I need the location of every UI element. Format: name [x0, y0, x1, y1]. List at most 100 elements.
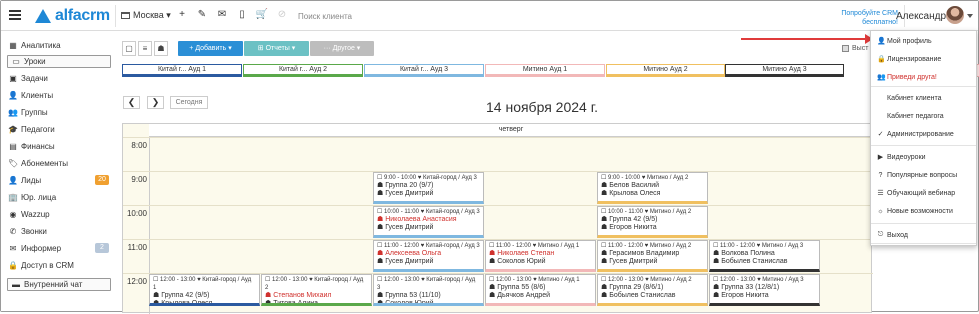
- lesson-card[interactable]: ☐ 11:00 - 12:00 ♥ Митино / Ауд 1 ☗ Никола…: [485, 240, 596, 272]
- lesson-group[interactable]: ☗ Группа 55 (8/6): [489, 284, 592, 292]
- room-tab[interactable]: Митино Ауд 2: [606, 64, 725, 77]
- logo[interactable]: alfacrm: [35, 7, 110, 25]
- sidebar-item[interactable]: 👤 Клиенты: [8, 89, 112, 102]
- menu-divider: [871, 145, 976, 146]
- menu-item[interactable]: ▶ Видеоуроки: [871, 150, 976, 164]
- lesson-group[interactable]: ☗ Группа 53 (11/10): [377, 292, 480, 300]
- lesson-card[interactable]: ☐ 11:00 - 12:00 ♥ Митино / Ауд 3 ☗ Волков…: [709, 240, 820, 272]
- city-selector[interactable]: Москва ▾: [121, 10, 171, 21]
- checkbox[interactable]: [842, 45, 849, 52]
- lesson-card[interactable]: ☐ 12:00 - 13:00 ♥ Митино / Ауд 1 ☗ Группа…: [485, 274, 596, 306]
- option-checkbox[interactable]: Выст: [842, 45, 868, 52]
- user-name[interactable]: Александра: [896, 11, 952, 22]
- lesson-group[interactable]: ☗ Герасимов Владимир: [601, 250, 704, 258]
- avatar[interactable]: [946, 6, 964, 24]
- sidebar-item[interactable]: ▦ Аналитика: [8, 39, 112, 52]
- sidebar-item[interactable]: 🏢 Юр. лица: [8, 191, 112, 204]
- wrench-icon[interactable]: ✎: [195, 9, 209, 20]
- menu-item[interactable]: 🔒 Лицензирование: [871, 52, 976, 66]
- lesson-group[interactable]: ☗ Степанов Михаил: [265, 292, 368, 300]
- lesson-teacher[interactable]: ☗ Гусев Дмитрий: [377, 190, 480, 198]
- menu-item[interactable]: ⎋ Выход: [871, 228, 976, 242]
- lesson-group[interactable]: ☗ Группа 20 (9/7): [377, 182, 480, 190]
- lesson-card[interactable]: ☐ 9:00 - 10:00 ♥ Митино / Ауд 2 ☗ Белов В…: [597, 172, 708, 204]
- menu-item[interactable]: Кабинет клиента: [871, 91, 976, 105]
- lesson-teacher[interactable]: ☗ Крылова Олеся: [153, 300, 256, 303]
- promo-link[interactable]: Попробуйте CRM бесплатно!: [821, 9, 898, 27]
- lesson-teacher[interactable]: ☗ Бобылев Станислав: [601, 292, 704, 300]
- view-teacher-button[interactable]: ☗: [154, 41, 168, 56]
- menu-item[interactable]: ☼ Новые возможности: [871, 204, 976, 218]
- lesson-teacher[interactable]: ☗ Егоров Никита: [601, 224, 704, 232]
- sidebar-item[interactable]: ▤ Финансы: [8, 140, 112, 153]
- lesson-card[interactable]: ☐ 10:00 - 11:00 ♥ Китай-город / Ауд 3 ☗ Н…: [373, 206, 484, 238]
- lesson-group[interactable]: ☗ Группа 42 (9/5): [153, 292, 256, 300]
- mail-icon[interactable]: ✉: [215, 9, 229, 20]
- add-button[interactable]: + Добавить ▾: [178, 41, 243, 56]
- lesson-card[interactable]: ☐ 12:00 - 13:00 ♥ Митино / Ауд 3 ☗ Группа…: [709, 274, 820, 306]
- sidebar-item[interactable]: 👥 Группы: [8, 106, 112, 119]
- add-icon[interactable]: +: [175, 9, 189, 20]
- cart-icon[interactable]: 🛒: [255, 9, 269, 20]
- lesson-group[interactable]: ☗ Алексеева Ольга: [377, 250, 480, 258]
- lesson-card[interactable]: ☐ 12:00 - 13:00 ♥ Китай-город / Ауд 1 ☗ Г…: [149, 274, 260, 306]
- view-day-button[interactable]: ▢: [122, 41, 136, 56]
- menu-item[interactable]: ✓ Администрирование: [871, 127, 976, 141]
- lesson-group[interactable]: ☗ Белов Василий: [601, 182, 704, 190]
- logo-text: alfacrm: [55, 7, 110, 24]
- sidebar-item[interactable]: ▭ Уроки: [7, 55, 111, 68]
- lesson-teacher[interactable]: ☗ Бобылев Станислав: [713, 258, 816, 266]
- lesson-group[interactable]: ☗ Волкова Полина: [713, 250, 816, 258]
- lesson-card[interactable]: ☐ 9:00 - 10:00 ♥ Китай-город / Ауд 3 ☗ Гр…: [373, 172, 484, 204]
- sidebar-item[interactable]: ▬ Внутренний чат: [7, 278, 111, 291]
- next-day-button[interactable]: ❯: [147, 96, 164, 109]
- room-tab[interactable]: Китай г... Ауд 1: [122, 64, 242, 77]
- lesson-group[interactable]: ☗ Группа 29 (8/6/1): [601, 284, 704, 292]
- lesson-card[interactable]: ☐ 12:00 - 13:00 ♥ Митино / Ауд 2 ☗ Группа…: [597, 274, 708, 306]
- lesson-group[interactable]: ☗ Группа 42 (9/5): [601, 216, 704, 224]
- today-button[interactable]: Сегодня: [170, 96, 208, 109]
- lesson-card[interactable]: ☐ 11:00 - 12:00 ♥ Китай-город / Ауд 3 ☗ А…: [373, 240, 484, 272]
- reports-button[interactable]: ⊞ Отчеты ▾: [244, 41, 309, 56]
- sidebar-item[interactable]: 👤 Лиды 20: [8, 174, 112, 187]
- room-tab[interactable]: Митино Ауд 1: [485, 64, 605, 77]
- lesson-card[interactable]: ☐ 12:00 - 13:00 ♥ Китай-город / Ауд 3 ☗ Г…: [373, 274, 484, 306]
- sidebar-item[interactable]: ▣ Задачи: [8, 72, 112, 85]
- room-tab[interactable]: Митино Ауд 3: [725, 64, 844, 77]
- lesson-teacher[interactable]: ☗ Гусев Дмитрий: [377, 258, 480, 266]
- menu-item[interactable]: ☰ Обучающий вебинар: [871, 186, 976, 200]
- lesson-teacher[interactable]: ☗ Крылова Олеся: [601, 190, 704, 198]
- sidebar-item[interactable]: 🔒 Доступ в CRM: [8, 259, 112, 272]
- search-input[interactable]: Поиск клиента: [298, 12, 352, 21]
- menu-item[interactable]: 👥 Приведи друга!: [871, 70, 976, 84]
- lesson-card[interactable]: ☐ 12:00 - 13:00 ♥ Китай-город / Ауд 2 ☗ С…: [261, 274, 372, 306]
- room-tab[interactable]: Китай г... Ауд 2: [243, 64, 363, 77]
- lesson-teacher[interactable]: ☗ Соколов Юрий: [489, 258, 592, 266]
- sidebar-item[interactable]: 🎓 Педагоги: [8, 123, 112, 136]
- lesson-card[interactable]: ☐ 11:00 - 12:00 ♥ Митино / Ауд 2 ☗ Гераси…: [597, 240, 708, 272]
- lesson-teacher[interactable]: ☗ Гусев Дмитрий: [601, 258, 704, 266]
- menu-icon[interactable]: [9, 10, 21, 20]
- sidebar-item[interactable]: ◉ Wazzup: [8, 208, 112, 221]
- lesson-teacher[interactable]: ☗ Титова Алина: [265, 300, 368, 303]
- other-button[interactable]: ··· Другое ▾: [310, 41, 374, 56]
- lesson-group[interactable]: ☗ Николаева Анастасия: [377, 216, 480, 224]
- mobile-icon[interactable]: ▯: [235, 9, 249, 20]
- menu-item[interactable]: ? Популярные вопросы: [871, 168, 976, 182]
- menu-item[interactable]: 👤 Мой профиль: [871, 34, 976, 48]
- chevron-down-icon[interactable]: [967, 14, 973, 18]
- lesson-teacher[interactable]: ☗ Дьячков Андрей: [489, 292, 592, 300]
- room-tab[interactable]: Китай г... Ауд 3: [364, 64, 484, 77]
- sidebar-item[interactable]: ✉ Информер 2: [8, 242, 112, 255]
- lesson-group[interactable]: ☗ Николаев Степан: [489, 250, 592, 258]
- menu-item[interactable]: Кабинет педагога: [871, 109, 976, 123]
- lesson-teacher[interactable]: ☗ Гусев Дмитрий: [377, 224, 480, 232]
- lesson-group[interactable]: ☗ Группа 33 (12/8/1): [713, 284, 816, 292]
- lesson-card[interactable]: ☐ 10:00 - 11:00 ♥ Митино / Ауд 2 ☗ Группа…: [597, 206, 708, 238]
- sidebar-item[interactable]: ✆ Звонки: [8, 225, 112, 238]
- lesson-teacher[interactable]: ☗ Егоров Никита: [713, 292, 816, 300]
- view-list-button[interactable]: ≡: [138, 41, 152, 56]
- lesson-teacher[interactable]: ☗ Соколов Юрий: [377, 300, 480, 303]
- sidebar-item[interactable]: 🏷 Абонементы: [8, 157, 112, 170]
- prev-day-button[interactable]: ❮: [123, 96, 140, 109]
